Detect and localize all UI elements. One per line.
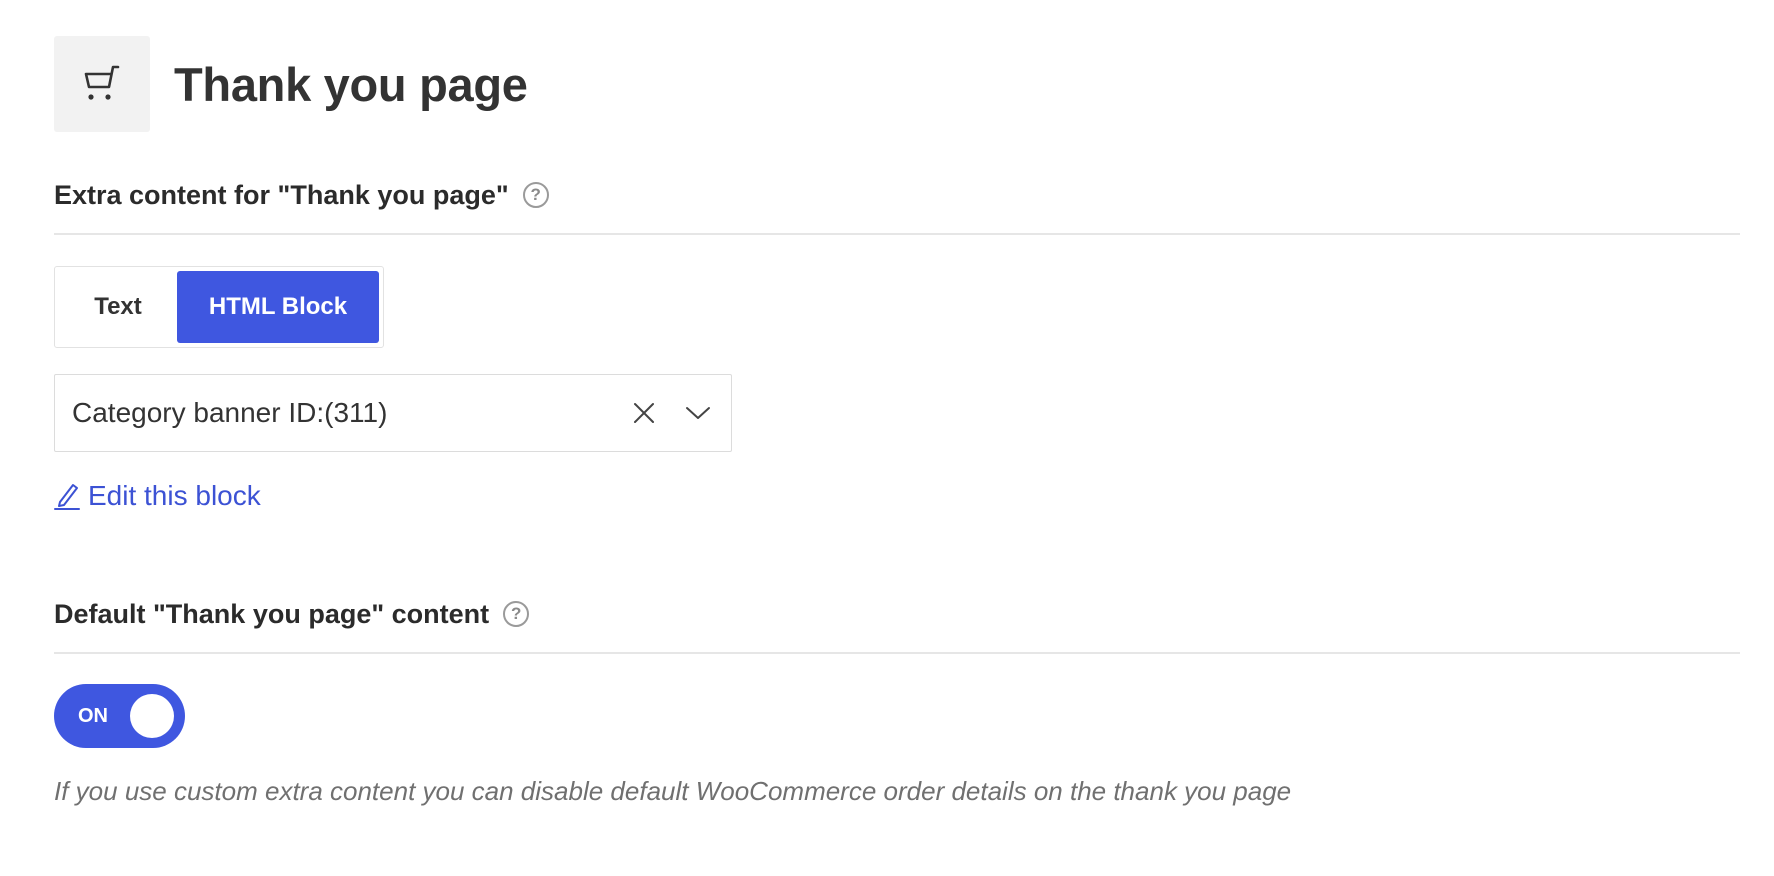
default-content-heading: Default "Thank you page" content ? [54,594,1740,634]
help-icon[interactable]: ? [503,601,530,627]
toggle-knob [130,694,174,738]
help-icon[interactable]: ? [522,182,549,208]
toggle-state-label: ON [78,705,108,727]
cart-icon [84,65,120,100]
content-type-html-block-button[interactable]: HTML Block [177,271,379,343]
content-type-text-button[interactable]: Text [59,271,177,343]
pencil-icon [54,481,80,511]
cart-icon-tile [54,36,150,132]
section-divider [54,652,1740,654]
clear-selection-icon[interactable] [629,398,659,428]
extra-content-heading: Extra content for "Thank you page" ? [54,175,1740,215]
edit-block-link[interactable]: Edit this block [54,480,261,512]
default-content-toggle[interactable]: ON [54,684,185,748]
default-content-heading-text: Default "Thank you page" content [54,598,490,629]
html-block-select-value: Category banner ID:(311) [72,397,388,428]
content-type-switch: Text HTML Block [54,266,384,348]
page-title: Thank you page [174,57,528,111]
chevron-down-icon[interactable] [683,398,713,428]
extra-content-heading-text: Extra content for "Thank you page" [54,179,509,210]
page-header: Thank you page [54,36,1740,132]
html-block-select[interactable]: Category banner ID:(311) [54,374,732,452]
settings-page: Thank you page Extra content for "Thank … [54,36,1740,807]
section-divider [54,233,1740,235]
edit-block-link-text: Edit this block [88,480,261,511]
default-content-description: If you use custom extra content you can … [54,776,1292,806]
